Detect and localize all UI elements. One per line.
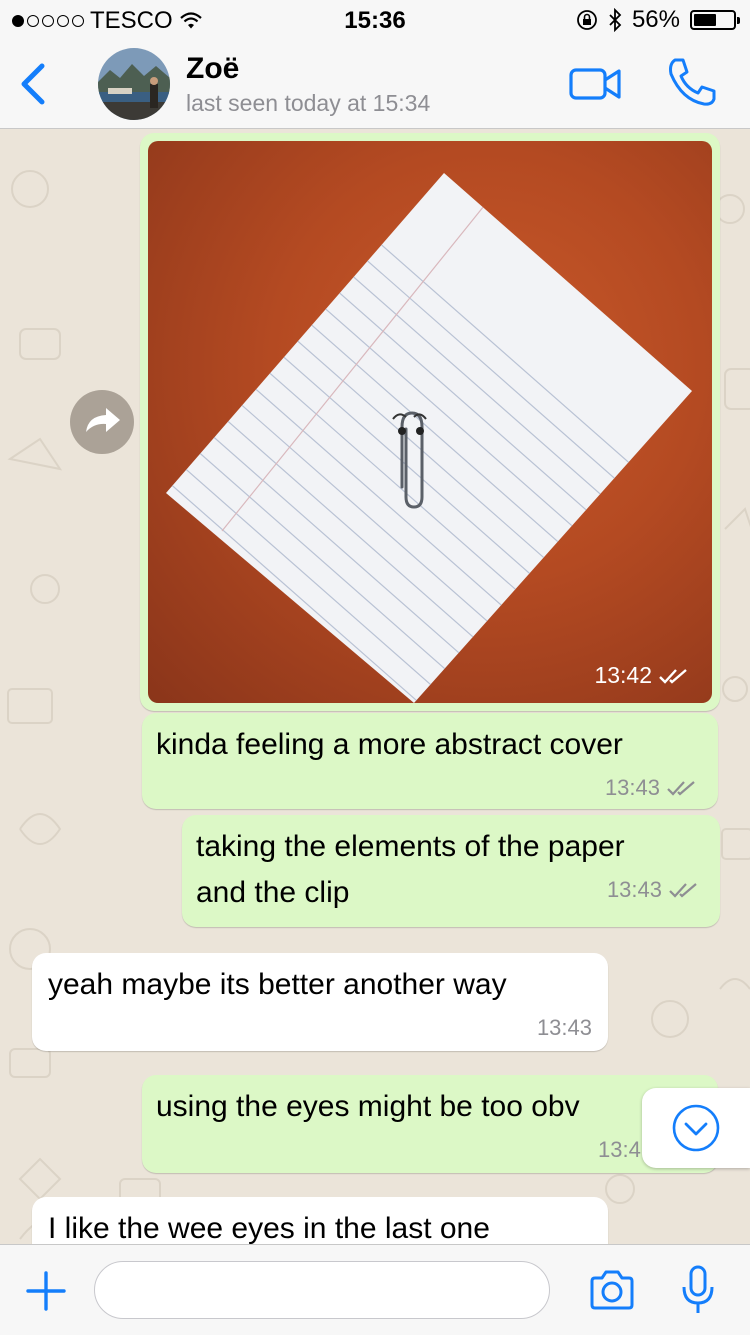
message-bubble-outgoing[interactable]: using the eyes might be too obv 13:4 <box>142 1075 718 1173</box>
forward-arrow-icon <box>86 408 120 432</box>
camera-icon[interactable] <box>588 1269 636 1311</box>
message-bubble-incoming[interactable]: I like the wee eyes in the last one <box>32 1197 608 1244</box>
shared-photo[interactable]: 13:42 <box>148 141 712 703</box>
message-text: taking the elements of the paper <box>196 830 625 863</box>
message-text: and the clip <box>196 876 350 909</box>
avatar[interactable] <box>98 48 170 120</box>
message-bubble-outgoing[interactable]: taking the elements of the paper and the… <box>182 815 720 927</box>
message-time: 13:43 <box>536 1015 592 1040</box>
bluetooth-icon <box>609 8 622 32</box>
double-check-icon <box>659 668 687 684</box>
message-input[interactable] <box>94 1261 550 1319</box>
message-time: 13:43 <box>607 877 700 903</box>
message-bubble-image[interactable]: 13:42 <box>140 133 720 711</box>
battery-icon <box>690 10 740 30</box>
status-bar: TESCO 15:36 56% <box>0 0 750 40</box>
message-bubble-outgoing[interactable]: kinda feeling a more abstract cover 13:4… <box>142 713 718 809</box>
video-call-icon[interactable] <box>568 64 622 104</box>
message-text: I like the wee eyes in the last one <box>48 1212 490 1244</box>
message-text: using the eyes might be too obv <box>156 1090 580 1123</box>
double-check-icon <box>667 781 695 796</box>
scroll-to-bottom-button[interactable] <box>642 1088 750 1168</box>
message-time: 13:43 <box>605 775 698 801</box>
phone-call-icon[interactable] <box>666 56 716 108</box>
back-chevron-icon[interactable] <box>14 60 54 108</box>
chat-header: Zoë last seen today at 15:34 <box>0 40 750 129</box>
message-text: yeah maybe its better another way <box>48 968 507 1001</box>
plus-icon[interactable] <box>26 1271 66 1311</box>
message-text: kinda feeling a more abstract cover <box>156 728 623 761</box>
contact-name[interactable]: Zoë <box>186 52 239 86</box>
last-seen-status: last seen today at 15:34 <box>186 90 431 116</box>
message-input-bar <box>0 1244 750 1335</box>
chat-area[interactable]: 13:42 kinda feeling a more abstract cove… <box>0 129 750 1244</box>
message-bubble-incoming[interactable]: yeah maybe its better another way 13:43 <box>32 953 608 1051</box>
microphone-icon[interactable] <box>680 1265 716 1317</box>
double-check-icon <box>669 883 697 898</box>
forward-button[interactable] <box>70 390 134 454</box>
message-time: 13:4 <box>598 1137 641 1162</box>
paper-clip-photo <box>166 173 692 703</box>
chevron-down-circle-icon <box>672 1104 720 1152</box>
rotation-lock-icon <box>577 10 597 30</box>
battery-percentage: 56% <box>631 6 680 33</box>
message-time: 13:42 <box>594 662 690 689</box>
